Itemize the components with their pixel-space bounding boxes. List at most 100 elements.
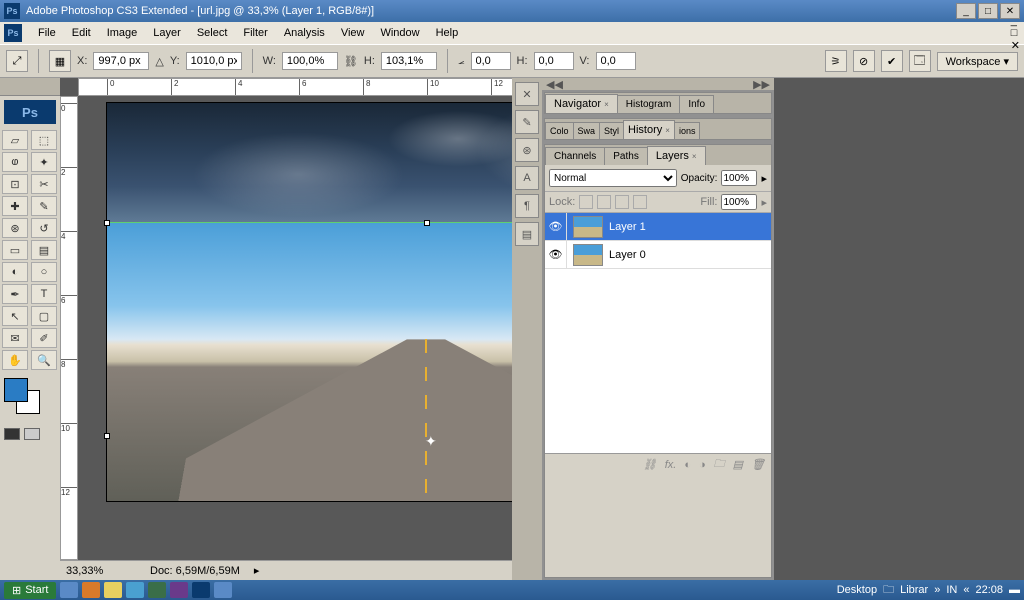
close-icon[interactable]: × bbox=[604, 100, 609, 109]
menu-select[interactable]: Select bbox=[189, 27, 236, 39]
tab-styles[interactable]: Styl bbox=[599, 122, 624, 139]
hskew-input[interactable] bbox=[534, 52, 574, 70]
toolbox-grip[interactable] bbox=[0, 78, 60, 96]
paragraph-icon[interactable]: ¶ bbox=[515, 194, 539, 218]
layer-row[interactable]: 👁 Layer 0 bbox=[545, 241, 771, 269]
document-canvas[interactable]: ✦ bbox=[106, 102, 542, 502]
wand-tool[interactable]: ✦ bbox=[31, 152, 57, 172]
transform-handle-center[interactable] bbox=[424, 220, 430, 226]
tab-history[interactable]: History× bbox=[623, 120, 675, 139]
taskbar-app-5[interactable] bbox=[148, 582, 166, 598]
taskbar-app-1[interactable] bbox=[60, 582, 78, 598]
quick-mask-icon[interactable] bbox=[4, 428, 20, 440]
menu-view[interactable]: View bbox=[333, 27, 373, 39]
layer-thumbnail[interactable] bbox=[573, 216, 603, 238]
pen-tool[interactable]: ✒ bbox=[2, 284, 28, 304]
zoom-tool[interactable]: 🔍 bbox=[31, 350, 57, 370]
layer-name[interactable]: Layer 1 bbox=[609, 221, 646, 233]
transform-center-icon[interactable]: ✦ bbox=[425, 433, 437, 450]
type-tool[interactable]: T bbox=[31, 284, 57, 304]
visibility-icon[interactable]: 👁 bbox=[545, 213, 567, 240]
dodge-tool[interactable]: ○ bbox=[31, 262, 57, 282]
tab-info[interactable]: Info bbox=[679, 95, 714, 113]
blur-tool[interactable]: ◐ bbox=[2, 262, 28, 282]
eraser-tool[interactable]: ▭ bbox=[2, 240, 28, 260]
marquee-tool[interactable]: ⬚ bbox=[31, 130, 57, 150]
tray-desktop[interactable]: Desktop bbox=[837, 584, 877, 596]
menu-file[interactable]: File bbox=[30, 27, 64, 39]
zoom-level[interactable]: 33,33% bbox=[66, 565, 136, 577]
character-icon[interactable]: A bbox=[515, 166, 539, 190]
tab-channels[interactable]: Channels bbox=[545, 147, 605, 165]
eyedropper-tool[interactable]: ✐ bbox=[31, 328, 57, 348]
layer-fx-icon[interactable]: fx. bbox=[665, 459, 677, 471]
taskbar-app-2[interactable] bbox=[82, 582, 100, 598]
lock-paint-icon[interactable] bbox=[597, 195, 611, 209]
commit-transform-icon[interactable]: ✔ bbox=[881, 50, 903, 72]
history-brush-tool[interactable]: ↺ bbox=[31, 218, 57, 238]
adjustment-layer-icon[interactable]: ◑ bbox=[699, 459, 706, 471]
tab-navigator[interactable]: Navigator× bbox=[545, 94, 618, 113]
taskbar-app-6[interactable] bbox=[170, 582, 188, 598]
lock-position-icon[interactable] bbox=[615, 195, 629, 209]
group-icon[interactable]: 🗀 bbox=[714, 455, 725, 474]
taskbar-app-8[interactable] bbox=[214, 582, 232, 598]
menu-layer[interactable]: Layer bbox=[145, 27, 189, 39]
shape-tool[interactable]: ▢ bbox=[31, 306, 57, 326]
toolbox-icon[interactable]: 🗔 bbox=[909, 50, 931, 72]
tab-paths[interactable]: Paths bbox=[604, 147, 648, 165]
crop-tool[interactable]: ⊡ bbox=[2, 174, 28, 194]
warp-icon[interactable]: ⚞ bbox=[825, 50, 847, 72]
heal-tool[interactable]: ✚ bbox=[2, 196, 28, 216]
transform-handle-left[interactable] bbox=[104, 220, 110, 226]
panel-dock-header[interactable]: ◀◀▶▶ bbox=[542, 78, 774, 90]
folder-icon[interactable]: 🗀 bbox=[883, 581, 894, 600]
minimize-button[interactable]: _ bbox=[956, 3, 976, 19]
opacity-input[interactable] bbox=[721, 170, 757, 186]
menu-edit[interactable]: Edit bbox=[64, 27, 99, 39]
y-input[interactable] bbox=[186, 52, 242, 70]
lasso-tool[interactable]: ⱷ bbox=[2, 152, 28, 172]
x-input[interactable] bbox=[93, 52, 149, 70]
tab-swatches[interactable]: Swa bbox=[573, 122, 601, 139]
h-input[interactable] bbox=[381, 52, 437, 70]
hand-tool[interactable]: ✋ bbox=[2, 350, 28, 370]
blend-mode-select[interactable]: Normal bbox=[549, 169, 677, 187]
color-swatches[interactable] bbox=[4, 378, 56, 418]
maximize-button[interactable]: □ bbox=[978, 3, 998, 19]
layer-mask-icon[interactable]: ◐ bbox=[684, 459, 691, 471]
angle-input[interactable] bbox=[471, 52, 511, 70]
tab-histogram[interactable]: Histogram bbox=[617, 95, 681, 113]
layer-row[interactable]: 👁 Layer 1 bbox=[545, 213, 771, 241]
delete-layer-icon[interactable]: 🗑 bbox=[751, 458, 765, 471]
ruler-vertical[interactable]: 0 2 4 6 8 10 12 bbox=[60, 96, 78, 560]
reference-point-icon[interactable]: ▦ bbox=[49, 50, 71, 72]
start-button[interactable]: ⊞ Start bbox=[4, 582, 56, 599]
transform-tool-icon[interactable]: ⤢ bbox=[6, 50, 28, 72]
layer-thumbnail[interactable] bbox=[573, 244, 603, 266]
doc-maximize-button[interactable]: □ bbox=[1011, 27, 1020, 39]
new-layer-icon[interactable]: ▤ bbox=[733, 458, 743, 471]
taskbar-app-4[interactable] bbox=[126, 582, 144, 598]
opacity-flyout-icon[interactable]: ▸ bbox=[761, 172, 767, 185]
tray-more[interactable]: » bbox=[934, 584, 940, 596]
stamp-tool[interactable]: ⊛ bbox=[2, 218, 28, 238]
tab-color[interactable]: Colo bbox=[545, 122, 574, 139]
tray-expand-icon[interactable]: « bbox=[963, 584, 969, 596]
layer-comps-icon[interactable]: ▤ bbox=[515, 222, 539, 246]
menu-analysis[interactable]: Analysis bbox=[276, 27, 333, 39]
doc-minimize-button[interactable]: _ bbox=[1011, 15, 1020, 27]
tray-icon[interactable]: ▬ bbox=[1009, 584, 1020, 596]
statusbar-arrow-icon[interactable]: ▸ bbox=[254, 564, 260, 577]
fill-flyout-icon[interactable]: ▸ bbox=[761, 196, 767, 209]
notes-tool[interactable]: ✉ bbox=[2, 328, 28, 348]
w-input[interactable] bbox=[282, 52, 338, 70]
slice-tool[interactable]: ✂ bbox=[31, 174, 57, 194]
layer-name[interactable]: Layer 0 bbox=[609, 249, 646, 261]
gradient-tool[interactable]: ▤ bbox=[31, 240, 57, 260]
doc-close-button[interactable]: ✕ bbox=[1011, 39, 1020, 52]
close-icon[interactable]: × bbox=[665, 126, 670, 135]
cancel-transform-icon[interactable]: ⊘ bbox=[853, 50, 875, 72]
menu-help[interactable]: Help bbox=[428, 27, 467, 39]
fill-input[interactable] bbox=[721, 194, 757, 210]
